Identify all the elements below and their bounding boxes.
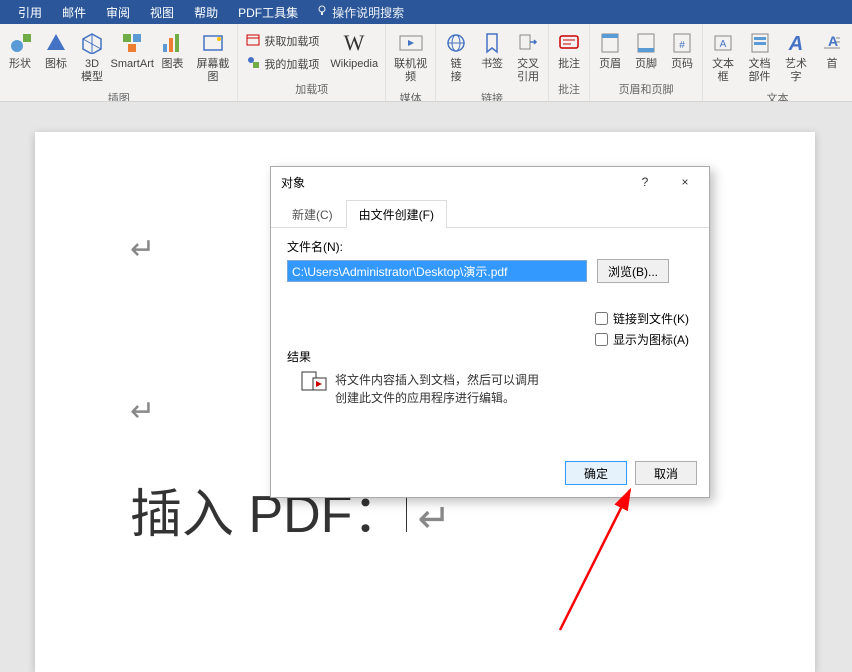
icons-button[interactable]: 图标 [40,26,72,75]
dialog-footer: 确定 取消 [271,453,709,497]
menu-pdf-tools[interactable]: PDF工具集 [228,0,308,24]
group-label-addins: 加载项 [295,79,328,101]
paragraph-mark-icon: ↵ [130,394,155,429]
pagenum-icon: # [672,30,692,56]
svg-text:A: A [720,39,727,50]
svg-text:A: A [828,33,838,49]
dropcap-button[interactable]: A 首 [816,26,848,75]
chart-icon [161,30,183,56]
result-label: 结果 [287,348,545,365]
bookmark-icon [481,30,503,56]
textbox-button[interactable]: A 文本框 [707,26,739,88]
icons-icon [45,30,67,56]
group-label-headerfooter: 页眉和页脚 [619,79,674,101]
dialog-title: 对象 [281,174,625,191]
video-icon [398,30,424,56]
ribbon-group-media: 联机视频 媒体 [386,24,436,101]
lightbulb-icon [316,5,328,20]
screenshot-button[interactable]: 屏幕截图 [192,26,233,88]
browse-button[interactable]: 浏览(B)... [597,259,669,283]
shapes-icon [9,30,31,56]
tell-me-search[interactable]: 操作说明搜索 [308,4,412,21]
object-dialog: 对象 ? × 新建(C) 由文件创建(F) 文件名(N): 浏览(B)... 链… [270,166,710,498]
filename-input[interactable] [287,260,587,282]
paragraph-mark-icon: ↵ [417,496,451,542]
link-button[interactable]: 链 接 [440,26,472,88]
filename-label: 文件名(N): [287,238,693,255]
menu-references[interactable]: 引用 [8,0,52,24]
paragraph-mark-icon: ↵ [130,232,155,267]
smartart-button[interactable]: SmartArt [112,26,152,75]
svg-text:A: A [788,33,803,54]
dialog-tabs: 新建(C) 由文件创建(F) [271,197,709,228]
menu-view[interactable]: 视图 [140,0,184,24]
store-icon [246,32,260,49]
menubar: 引用 邮件 审阅 视图 帮助 PDF工具集 操作说明搜索 [0,0,852,24]
result-text: 将文件内容插入到文档，然后可以调用创建此文件的应用程序进行编辑。 [335,371,545,407]
header-icon [600,30,620,56]
dialog-titlebar[interactable]: 对象 ? × [271,167,709,197]
help-button[interactable]: ? [625,167,665,197]
ribbon-group-headerfooter: 页眉 页脚 # 页码 页眉和页脚 [590,24,703,101]
chart-button[interactable]: 图表 [156,26,188,75]
pagenum-button[interactable]: # 页码 [666,26,698,75]
group-label-media: 媒体 [400,88,422,102]
quickparts-button[interactable]: 文档部件 [743,26,776,88]
crossref-button[interactable]: 交叉引用 [512,26,544,88]
dialog-body: 文件名(N): 浏览(B)... 链接到文件(K) 显示为图标(A) 结果 将文… [271,228,709,453]
link-icon [445,30,467,56]
ribbon-group-links: 链 接 书签 交叉引用 链接 [436,24,549,101]
menu-mail[interactable]: 邮件 [52,0,96,24]
comment-button[interactable]: 批注 [553,26,585,75]
crossref-icon [517,30,539,56]
textbox-icon: A [713,30,733,56]
tab-create-new[interactable]: 新建(C) [279,200,346,228]
tab-create-from-file[interactable]: 由文件创建(F) [346,200,447,228]
footer-button[interactable]: 页脚 [630,26,662,75]
ok-button[interactable]: 确定 [565,461,627,485]
3d-icon [81,30,103,56]
display-as-icon-checkbox[interactable]: 显示为图标(A) [595,331,689,348]
dropcap-icon: A [822,30,842,56]
my-addins-button[interactable]: 我的加载项 [244,53,321,74]
ribbon-group-comments: 批注 批注 [549,24,590,101]
wikipedia-icon: W [342,30,366,56]
cancel-button[interactable]: 取消 [635,461,697,485]
comment-icon [558,30,580,56]
ribbon-group-illustrations: 形状 图标 3D 模型 SmartArt 图表 屏幕截图 [0,24,238,101]
menu-help[interactable]: 帮助 [184,0,228,24]
online-video-button[interactable]: 联机视频 [390,26,431,88]
get-addins-button[interactable]: 获取加载项 [244,30,321,51]
close-icon: × [681,175,688,189]
result-icon [301,371,327,391]
ribbon: 形状 图标 3D 模型 SmartArt 图表 屏幕截图 [0,24,852,102]
header-button[interactable]: 页眉 [594,26,626,75]
menu-review[interactable]: 审阅 [96,0,140,24]
close-button[interactable]: × [665,167,705,197]
myaddins-icon [246,55,260,72]
link-to-file-checkbox[interactable]: 链接到文件(K) [595,310,689,327]
svg-text:#: # [679,40,685,51]
ribbon-group-addins: 获取加载项 我的加载项 W Wikipedia 加载项 [238,24,386,101]
ribbon-group-text: A 文本框 文档部件 A 艺术字 A 首 文本 [703,24,852,101]
wordart-button[interactable]: A 艺术字 [780,26,812,88]
quickparts-icon [750,30,770,56]
wordart-icon: A [785,30,807,56]
footer-icon [636,30,656,56]
group-label-links: 链接 [481,88,503,102]
shapes-button[interactable]: 形状 [4,26,36,75]
group-label-illustrations: 插图 [108,88,130,102]
group-label-text: 文本 [767,88,789,102]
svg-text:W: W [344,32,365,54]
tell-me-label: 操作说明搜索 [332,4,404,21]
smartart-icon [121,30,143,56]
screenshot-icon [202,30,224,56]
group-label-comments: 批注 [558,79,580,101]
3d-models-button[interactable]: 3D 模型 [76,26,108,88]
bookmark-button[interactable]: 书签 [476,26,508,75]
wikipedia-button[interactable]: W Wikipedia [327,26,381,75]
